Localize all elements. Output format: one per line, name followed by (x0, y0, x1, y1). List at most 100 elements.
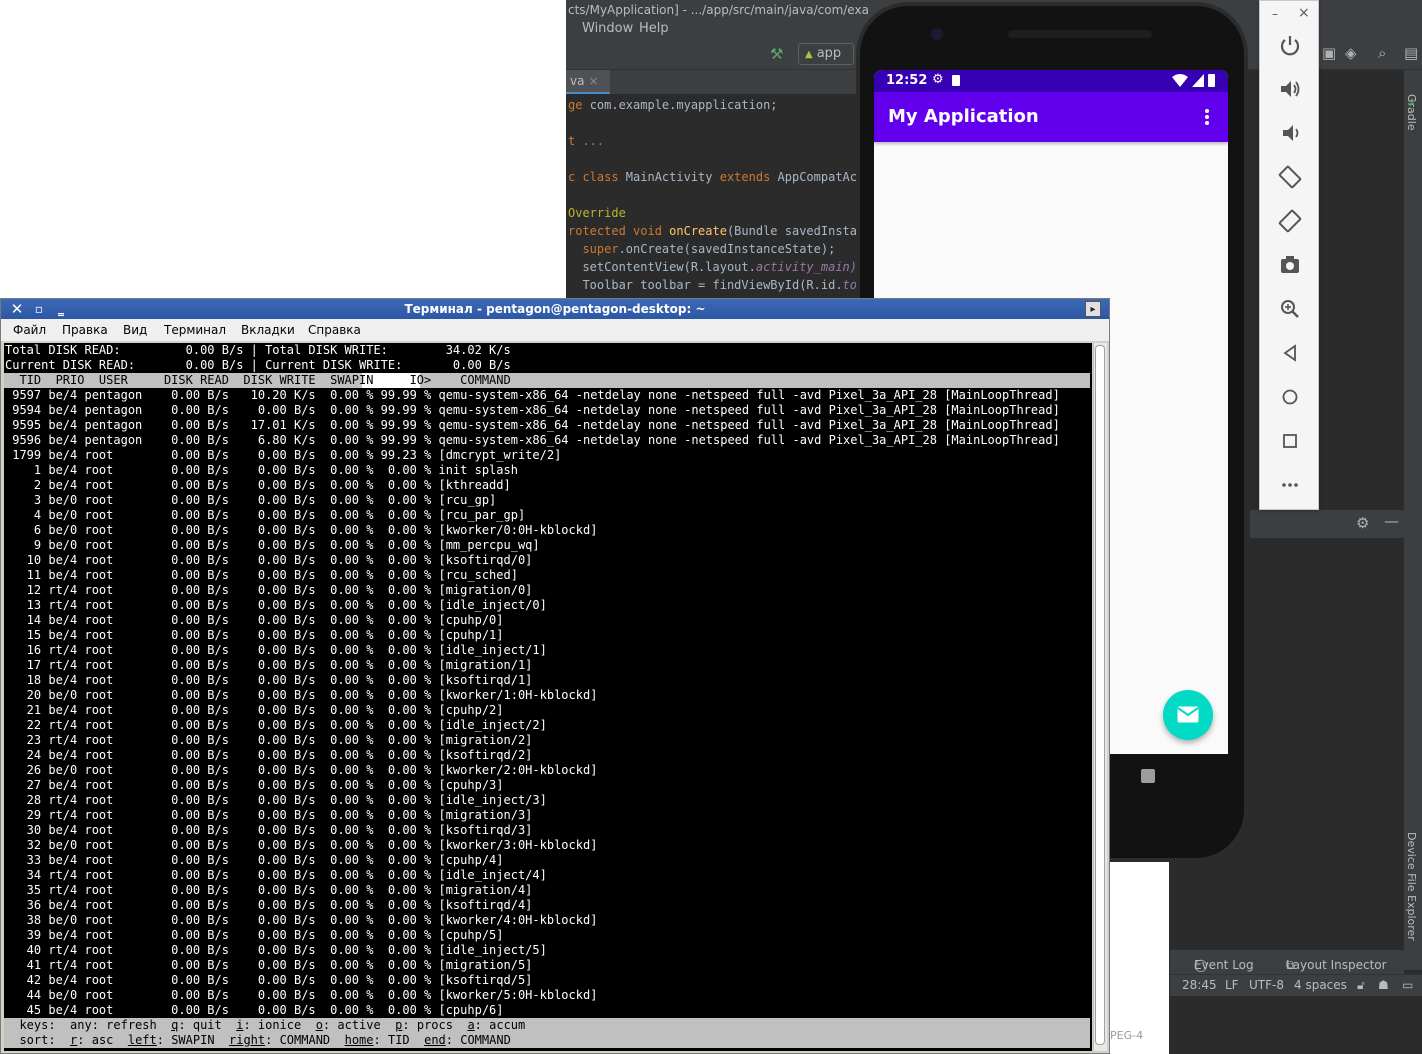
sd-card-icon (952, 75, 960, 86)
camera-icon[interactable] (1276, 251, 1304, 279)
fab-email-button[interactable] (1163, 690, 1213, 740)
wifi-icon (1172, 74, 1188, 87)
key-hint-text: : COMMAND (445, 1033, 511, 1047)
minimize-emulator-button[interactable]: – (1272, 7, 1278, 21)
android-status-bar: 12:52 ⚙ (874, 70, 1228, 92)
process-row: 41 rt/4 root 0.00 B/s 0.00 B/s 0.00 % 0.… (5, 958, 533, 972)
gear-icon[interactable]: ⚙ (1356, 514, 1369, 532)
rotate-left-icon[interactable] (1276, 163, 1304, 191)
lock-icon[interactable]: 🔓︎ (1357, 978, 1365, 993)
process-row: 34 rt/4 root 0.00 B/s 0.00 B/s 0.00 % 0.… (5, 868, 547, 882)
process-row: 32 be/0 root 0.00 B/s 0.00 B/s 0.00 % 0.… (5, 838, 598, 852)
email-icon (1177, 706, 1199, 723)
code-line: setContentView(R.layout.activity_main) (582, 260, 857, 274)
build-hammer-icon[interactable]: ⚒ (770, 45, 783, 63)
inspector-icon[interactable]: ☗ (1378, 978, 1389, 992)
process-row: 10 be/4 root 0.00 B/s 0.00 B/s 0.00 % 0.… (5, 553, 533, 567)
android-icon: ▲ (805, 49, 813, 60)
process-row: 45 be/4 root 0.00 B/s 0.00 B/s 0.00 % 0.… (5, 1003, 504, 1017)
process-row: 1 be/4 root 0.00 B/s 0.00 B/s 0.00 % 0.0… (5, 463, 518, 477)
overflow-menu-icon[interactable] (1204, 108, 1210, 126)
process-row: 9596 be/4 pentagon 0.00 B/s 6.80 K/s 0.0… (5, 433, 1060, 447)
code-line: super.onCreate(savedInstanceState); (568, 242, 836, 256)
memory-icon[interactable]: ▭ (1402, 978, 1413, 992)
tool-window-panel (1250, 510, 1404, 950)
process-row: 21 be/4 root 0.00 B/s 0.00 B/s 0.00 % 0.… (5, 703, 504, 717)
process-row: 44 be/0 root 0.00 B/s 0.00 B/s 0.00 % 0.… (5, 988, 598, 1002)
zoom-icon[interactable] (1276, 295, 1304, 323)
rotate-right-icon[interactable] (1276, 207, 1304, 235)
search-icon[interactable]: ⌕ (1378, 44, 1386, 62)
key-hint-text: : procs (402, 1018, 468, 1032)
process-row: 12 rt/4 root 0.00 B/s 0.00 B/s 0.00 % 0.… (5, 583, 533, 597)
menu-window[interactable]: Window (582, 20, 633, 38)
menu-file[interactable]: Файл (13, 323, 46, 337)
power-icon[interactable] (1276, 31, 1304, 59)
code-line: c class MainActivity extends AppCompatAc… (568, 170, 872, 184)
back-icon[interactable] (1276, 339, 1304, 367)
volume-up-icon[interactable] (1276, 75, 1304, 103)
recents-nav-button[interactable] (1141, 769, 1155, 783)
process-row: 20 be/0 root 0.00 B/s 0.00 B/s 0.00 % 0.… (5, 688, 598, 702)
menu-terminal[interactable]: Терминал (164, 323, 226, 337)
assistant-icon[interactable]: ▤ (1404, 44, 1418, 62)
run-config-selector[interactable]: ▲ app (798, 43, 854, 65)
terminal-title-bar[interactable]: ✕ ▫ ‗ Терминал - pentagon@pentagon-deskt… (1, 299, 1109, 319)
volume-down-icon[interactable] (1276, 119, 1304, 147)
terminal-title: Терминал - pentagon@pentagon-desktop: ~ (404, 302, 706, 316)
right-tool-strip: Gradle ✓ Device File Explorer (1404, 70, 1422, 970)
cursor-position[interactable]: 28:45 (1182, 978, 1217, 992)
process-row: 39 be/4 root 0.00 B/s 0.00 B/s 0.00 % 0.… (5, 928, 504, 942)
indent-setting[interactable]: 4 spaces (1294, 978, 1347, 992)
editor-tab-mainactivity[interactable]: va × (566, 70, 610, 94)
line-separator[interactable]: LF (1225, 978, 1239, 992)
settings-status-icon: ⚙ (932, 72, 944, 87)
minimize-window-icon[interactable]: ‗ (53, 301, 69, 317)
signal-icon (1192, 74, 1204, 87)
process-row: 40 rt/4 root 0.00 B/s 0.00 B/s 0.00 % 0.… (5, 943, 547, 957)
sdk-manager-icon[interactable]: ◈ (1345, 44, 1357, 62)
menu-edit[interactable]: Правка (62, 323, 108, 337)
terminal-screen[interactable]: Total DISK READ: 0.00 B/s | Total DISK W… (4, 343, 1092, 1051)
app-toolbar: My Application (874, 92, 1228, 142)
more-icon[interactable] (1276, 471, 1304, 499)
code-line: Override (568, 206, 626, 220)
process-row: 11 be/4 root 0.00 B/s 0.00 B/s 0.00 % 0.… (5, 568, 518, 582)
app-title: My Application (888, 106, 1039, 127)
code-editor[interactable]: ge com.example.myapplication; t ... c cl… (566, 96, 871, 306)
editor-tab-bar: va × (566, 70, 866, 94)
hotkey: left (127, 1033, 157, 1047)
hide-panel-icon[interactable]: — (1384, 512, 1399, 530)
terminal-app-icon[interactable]: ▸ (1085, 301, 1101, 317)
device-file-explorer-tab[interactable]: Device File Explorer (1405, 832, 1418, 941)
process-row: 16 rt/4 root 0.00 B/s 0.00 B/s 0.00 % 0.… (5, 643, 547, 657)
key-hint-text: keys: any: refresh (5, 1018, 172, 1032)
device-manager-icon[interactable]: ▣ (1322, 44, 1336, 62)
terminal-scrollbar-thumb[interactable] (1095, 345, 1105, 1045)
menu-help[interactable]: Справка (308, 323, 361, 337)
bottom-tool-tabs: ◯ Event Log ⧉ Layout Inspector (1170, 950, 1404, 974)
maximize-window-icon[interactable]: ▫ (31, 301, 47, 317)
battery-icon (1208, 74, 1215, 87)
overview-icon[interactable] (1276, 427, 1304, 455)
close-tab-icon[interactable]: × (588, 74, 598, 88)
file-encoding[interactable]: UTF-8 (1249, 978, 1284, 992)
process-row: 18 be/4 root 0.00 B/s 0.00 B/s 0.00 % 0.… (5, 673, 533, 687)
code-line: t ... (568, 134, 605, 148)
sort-keys-line: sort: r: asc left: SWAPIN right: COMMAND… (5, 1033, 511, 1048)
iotop-summary-line: Current DISK READ: 0.00 B/s | Current DI… (5, 358, 511, 372)
key-hint-text: : asc (77, 1033, 128, 1047)
home-icon[interactable] (1276, 383, 1304, 411)
iotop-summary-line: Total DISK READ: 0.00 B/s | Total DISK W… (5, 343, 511, 357)
process-row: 26 be/0 root 0.00 B/s 0.00 B/s 0.00 % 0.… (5, 763, 598, 777)
key-hint-text: sort: (5, 1033, 71, 1047)
close-window-icon[interactable]: ✕ (9, 301, 25, 317)
run-config-label: app (816, 46, 842, 61)
tool-window-header: ⚙ — (1250, 510, 1404, 538)
process-row: 6 be/0 root 0.00 B/s 0.00 B/s 0.00 % 0.0… (5, 523, 598, 537)
ide-status-bar: 28:45 LF UTF-8 4 spaces 🔓︎ ☗ ▭ (1170, 974, 1422, 996)
menu-help[interactable]: Help (639, 20, 669, 38)
close-emulator-button[interactable]: × (1298, 5, 1310, 21)
menu-view[interactable]: Вид (123, 323, 147, 337)
menu-tabs[interactable]: Вкладки (241, 323, 295, 337)
